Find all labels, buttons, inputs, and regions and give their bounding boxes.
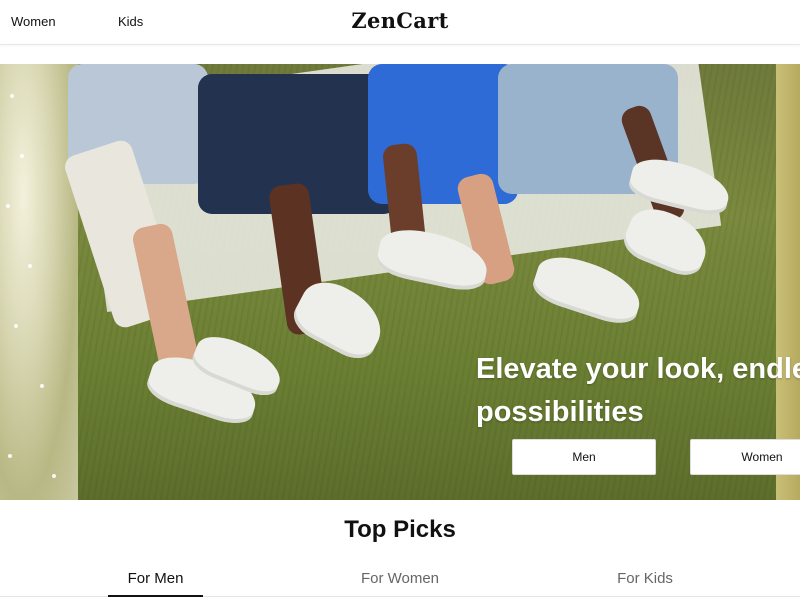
white-sneaker: [528, 248, 648, 330]
tab-for-men[interactable]: For Men: [108, 570, 203, 587]
shop-women-button[interactable]: Women: [690, 439, 800, 475]
shop-men-button[interactable]: Men: [512, 439, 656, 475]
top-navigation: Women Kids ZenCart: [0, 0, 800, 45]
active-tab-indicator: [108, 595, 203, 597]
tab-for-kids[interactable]: For Kids: [600, 570, 690, 587]
hero-photo-people-sneakers: [61, 64, 776, 500]
hero-banner: Elevate your look, endle possibilities M…: [0, 64, 800, 500]
brand-logo[interactable]: ZenCart: [0, 8, 800, 33]
hero-image-edge: [776, 64, 800, 500]
hero-headline-line2: possibilities: [476, 396, 644, 428]
hero-headline-line1: Elevate your look, endle: [476, 353, 800, 385]
tab-for-women[interactable]: For Women: [350, 570, 450, 587]
flowers-image-edge: [0, 64, 78, 500]
hero-headline: Elevate your look, endle possibilities: [476, 348, 800, 434]
top-picks-title: Top Picks: [344, 516, 456, 543]
